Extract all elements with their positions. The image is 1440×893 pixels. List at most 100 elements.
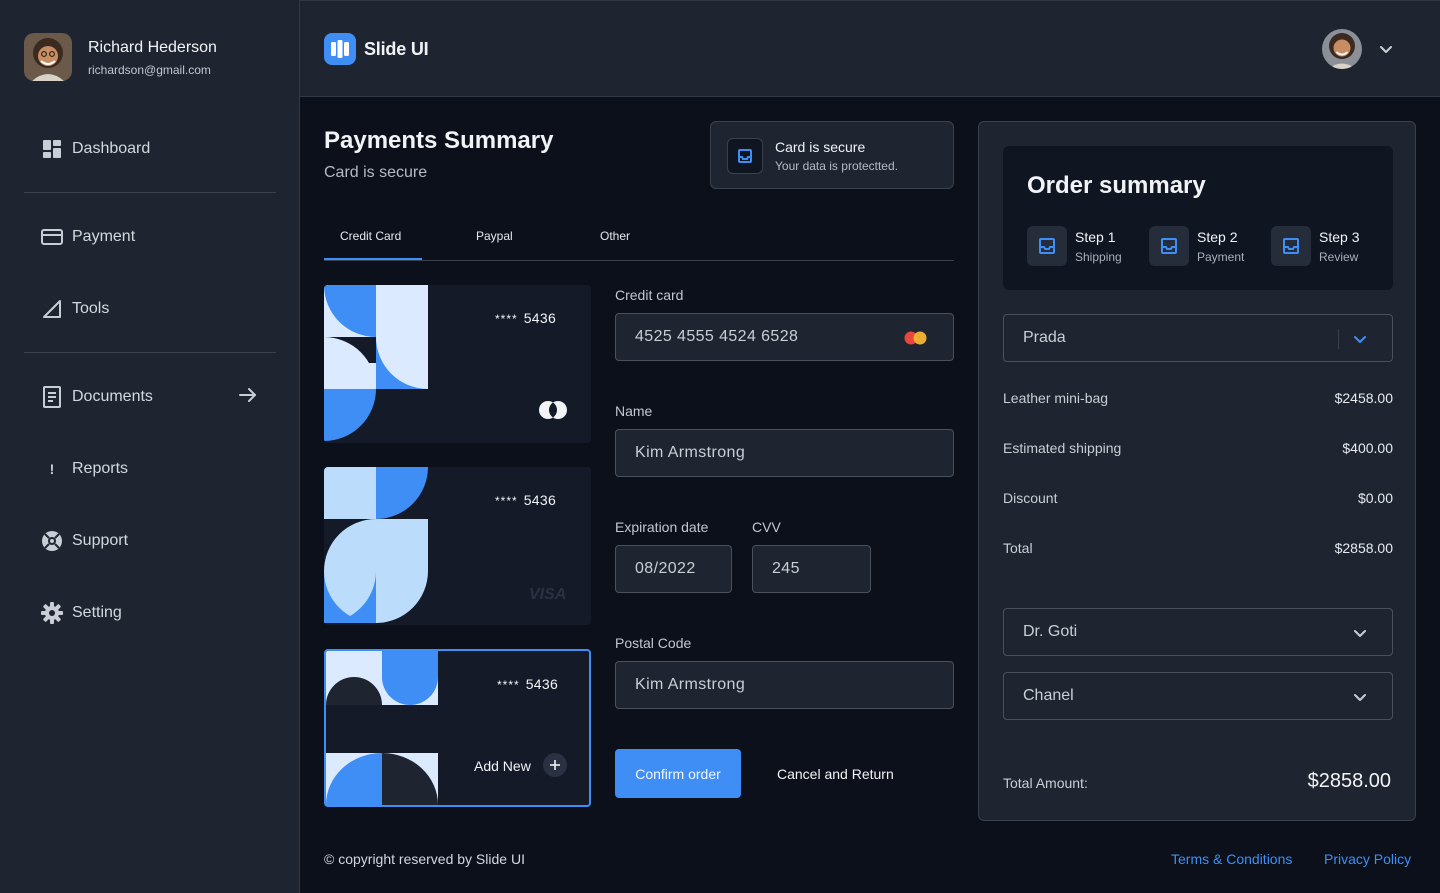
add-new-card[interactable]: **** 5436 Add New <box>324 649 591 807</box>
sidebar-item-label: Setting <box>72 604 122 621</box>
privacy-link[interactable]: Privacy Policy <box>1324 851 1411 867</box>
card-secure-notice: Card is secure Your data is protectted. <box>710 121 954 189</box>
inbox-icon <box>1027 226 1067 266</box>
active-tab-indicator <box>324 258 422 260</box>
order-summary-header: Order summary Step 1 Shipping Step 2 Pay… <box>1003 146 1393 290</box>
sidebar-item-label: Documents <box>72 388 153 405</box>
line-item-label: Discount <box>1003 490 1058 506</box>
dashboard-icon <box>40 137 64 161</box>
payment-method-tabs: Credit Card Paypal Other <box>324 222 954 261</box>
sidebar-item-dashboard[interactable]: Dashboard <box>40 135 260 163</box>
total-amount-label: Total Amount: <box>1003 775 1088 791</box>
brand-logo[interactable]: Slide UI <box>324 33 429 65</box>
arrow-right-icon[interactable] <box>238 385 258 410</box>
inbox-icon <box>1271 226 1311 266</box>
postal-code-input[interactable]: Kim Armstrong <box>615 661 954 709</box>
sidebar-item-label: Support <box>72 532 129 549</box>
line-item-label: Estimated shipping <box>1003 440 1122 456</box>
copyright-text: © copyright reserved by Slide UI <box>324 851 525 867</box>
chevron-down-icon[interactable] <box>1376 39 1396 59</box>
step-review[interactable]: Step 3 Review <box>1271 226 1359 266</box>
sidebar-item-setting[interactable]: Setting <box>40 599 260 627</box>
collection-select-value: Chanel <box>1023 687 1074 704</box>
confirm-order-button[interactable]: Confirm order <box>615 749 741 798</box>
user-profile[interactable]: Richard Hederson richardson@gmail.com <box>24 33 217 81</box>
chevron-down-icon <box>1350 329 1370 349</box>
mastercard-icon <box>538 400 568 425</box>
cancel-return-button[interactable]: Cancel and Return <box>777 766 894 782</box>
sidebar-divider <box>24 192 276 193</box>
line-item-value: $400.00 <box>1342 440 1393 456</box>
expiration-label: Expiration date <box>615 519 709 535</box>
user-name: Richard Hederson <box>88 38 217 56</box>
cvv-input[interactable]: 245 <box>752 545 871 593</box>
step-title: Step 3 <box>1319 229 1360 245</box>
total-amount-value: $2858.00 <box>1307 770 1391 792</box>
tab-paypal[interactable]: Paypal <box>476 229 513 243</box>
add-new-label: Add New <box>474 758 531 774</box>
saved-card-visa[interactable]: **** 5436 VISA <box>324 467 591 625</box>
select-divider <box>1338 329 1339 349</box>
brand-select[interactable]: Prada <box>1003 314 1393 362</box>
sidebar-item-label: Dashboard <box>72 140 151 157</box>
logo-icon <box>324 33 356 65</box>
credit-card-input[interactable]: 4525 4555 4524 6528 <box>615 313 954 361</box>
order-summary-panel: Order summary Step 1 Shipping Step 2 Pay… <box>978 121 1416 821</box>
expiration-input[interactable]: 08/2022 <box>615 545 732 593</box>
gear-icon <box>40 601 64 625</box>
card-pattern <box>324 467 428 623</box>
sidebar-divider <box>24 352 276 353</box>
exclamation-icon: ! <box>49 461 55 477</box>
credit-card-label: Credit card <box>615 287 684 303</box>
sidebar-item-payment[interactable]: Payment <box>40 223 260 251</box>
step-subtitle: Review <box>1319 250 1359 264</box>
page-subtitle: Card is secure <box>324 164 428 181</box>
page-title: Payments Summary <box>324 127 554 154</box>
step-payment[interactable]: Step 2 Payment <box>1149 226 1244 266</box>
terms-link[interactable]: Terms & Conditions <box>1171 851 1292 867</box>
name-label: Name <box>615 403 653 419</box>
line-item-row: Leather mini-bag $2458.00 <box>1003 390 1393 406</box>
sidebar: Richard Hederson richardson@gmail.com Da… <box>0 0 300 893</box>
card-number-masked: **** 5436 <box>497 676 559 692</box>
credit-card-icon <box>40 225 64 249</box>
card-pattern <box>324 285 428 441</box>
secure-subtitle: Your data is protectted. <box>775 159 898 173</box>
collection-select[interactable]: Chanel <box>1003 672 1393 720</box>
sidebar-item-support[interactable]: Support <box>40 527 260 555</box>
user-email: richardson@gmail.com <box>88 62 211 77</box>
designer-select[interactable]: Dr. Goti <box>1003 608 1393 656</box>
step-shipping[interactable]: Step 1 Shipping <box>1027 226 1122 266</box>
credit-card-value: 4525 4555 4524 6528 <box>635 328 799 345</box>
step-title: Step 1 <box>1075 229 1116 245</box>
line-item-label: Total <box>1003 540 1033 556</box>
chevron-down-icon <box>1350 623 1370 643</box>
brand-select-value: Prada <box>1023 329 1066 346</box>
top-header: Slide UI <box>300 0 1440 97</box>
line-item-label: Leather mini-bag <box>1003 390 1109 406</box>
name-input[interactable]: Kim Armstrong <box>615 429 954 477</box>
tab-credit-card[interactable]: Credit Card <box>340 229 401 243</box>
tab-other[interactable]: Other <box>600 229 630 243</box>
step-subtitle: Payment <box>1197 250 1245 264</box>
sidebar-item-label: Tools <box>72 300 110 317</box>
sidebar-item-documents[interactable]: Documents <box>40 383 260 411</box>
card-number-masked: **** 5436 <box>495 492 557 508</box>
sidebar-item-tools[interactable]: Tools <box>40 295 260 323</box>
line-item-row: Discount $0.00 <box>1003 490 1393 506</box>
plus-icon[interactable] <box>543 753 567 777</box>
user-avatar <box>24 33 72 81</box>
step-title: Step 2 <box>1197 229 1238 245</box>
document-icon <box>40 385 64 409</box>
chevron-down-icon <box>1350 687 1370 707</box>
designer-select-value: Dr. Goti <box>1023 623 1078 640</box>
sidebar-item-label: Reports <box>72 460 129 477</box>
saved-card-mastercard[interactable]: **** 5436 <box>324 285 591 443</box>
visa-logo: VISA <box>529 586 567 603</box>
order-summary-title: Order summary <box>1027 172 1206 199</box>
inbox-icon <box>727 138 763 174</box>
secure-title: Card is secure <box>775 139 866 155</box>
header-avatar[interactable] <box>1322 29 1362 69</box>
sidebar-item-reports[interactable]: ! Reports <box>40 455 260 483</box>
cvv-label: CVV <box>752 519 781 535</box>
